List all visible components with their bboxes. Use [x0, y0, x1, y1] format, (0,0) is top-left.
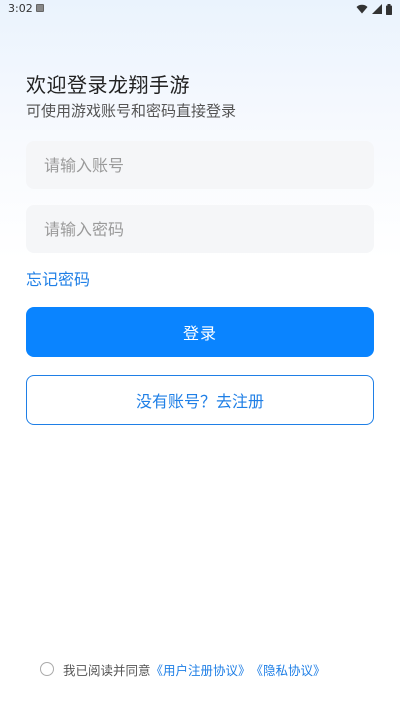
agreement-text: 我已阅读并同意: [63, 662, 151, 678]
status-bar: 3:02: [0, 0, 400, 18]
status-icons: [356, 3, 392, 15]
battery-icon: [386, 3, 392, 15]
page-subtitle: 可使用游戏账号和密码直接登录: [26, 102, 237, 120]
password-field[interactable]: [26, 205, 374, 253]
notification-a-icon: [36, 4, 44, 12]
signal-icon: [372, 4, 382, 14]
status-time: 3:02: [8, 2, 33, 15]
wifi-icon: [356, 4, 368, 14]
account-input[interactable]: [42, 154, 358, 176]
user-agreement-link[interactable]: 《用户注册协议》: [151, 660, 251, 679]
agreement-row: 我已阅读并同意 《用户注册协议》 《隐私协议》: [40, 660, 326, 678]
account-field[interactable]: [26, 141, 374, 189]
login-button[interactable]: 登录: [26, 307, 374, 357]
login-page: 3:02 欢迎登录龙翔手游 可使用游戏账号和密码直接登录 请输入账号 忘记密码 …: [0, 0, 400, 710]
forgot-password-link[interactable]: 忘记密码: [26, 266, 90, 290]
register-button[interactable]: 没有账号？去注册: [26, 375, 374, 425]
agreement-checkbox[interactable]: [40, 662, 54, 676]
privacy-agreement-link[interactable]: 《隐私协议》: [251, 660, 326, 679]
password-input[interactable]: [42, 218, 358, 240]
page-title: 欢迎登录龙翔手游: [26, 73, 190, 97]
